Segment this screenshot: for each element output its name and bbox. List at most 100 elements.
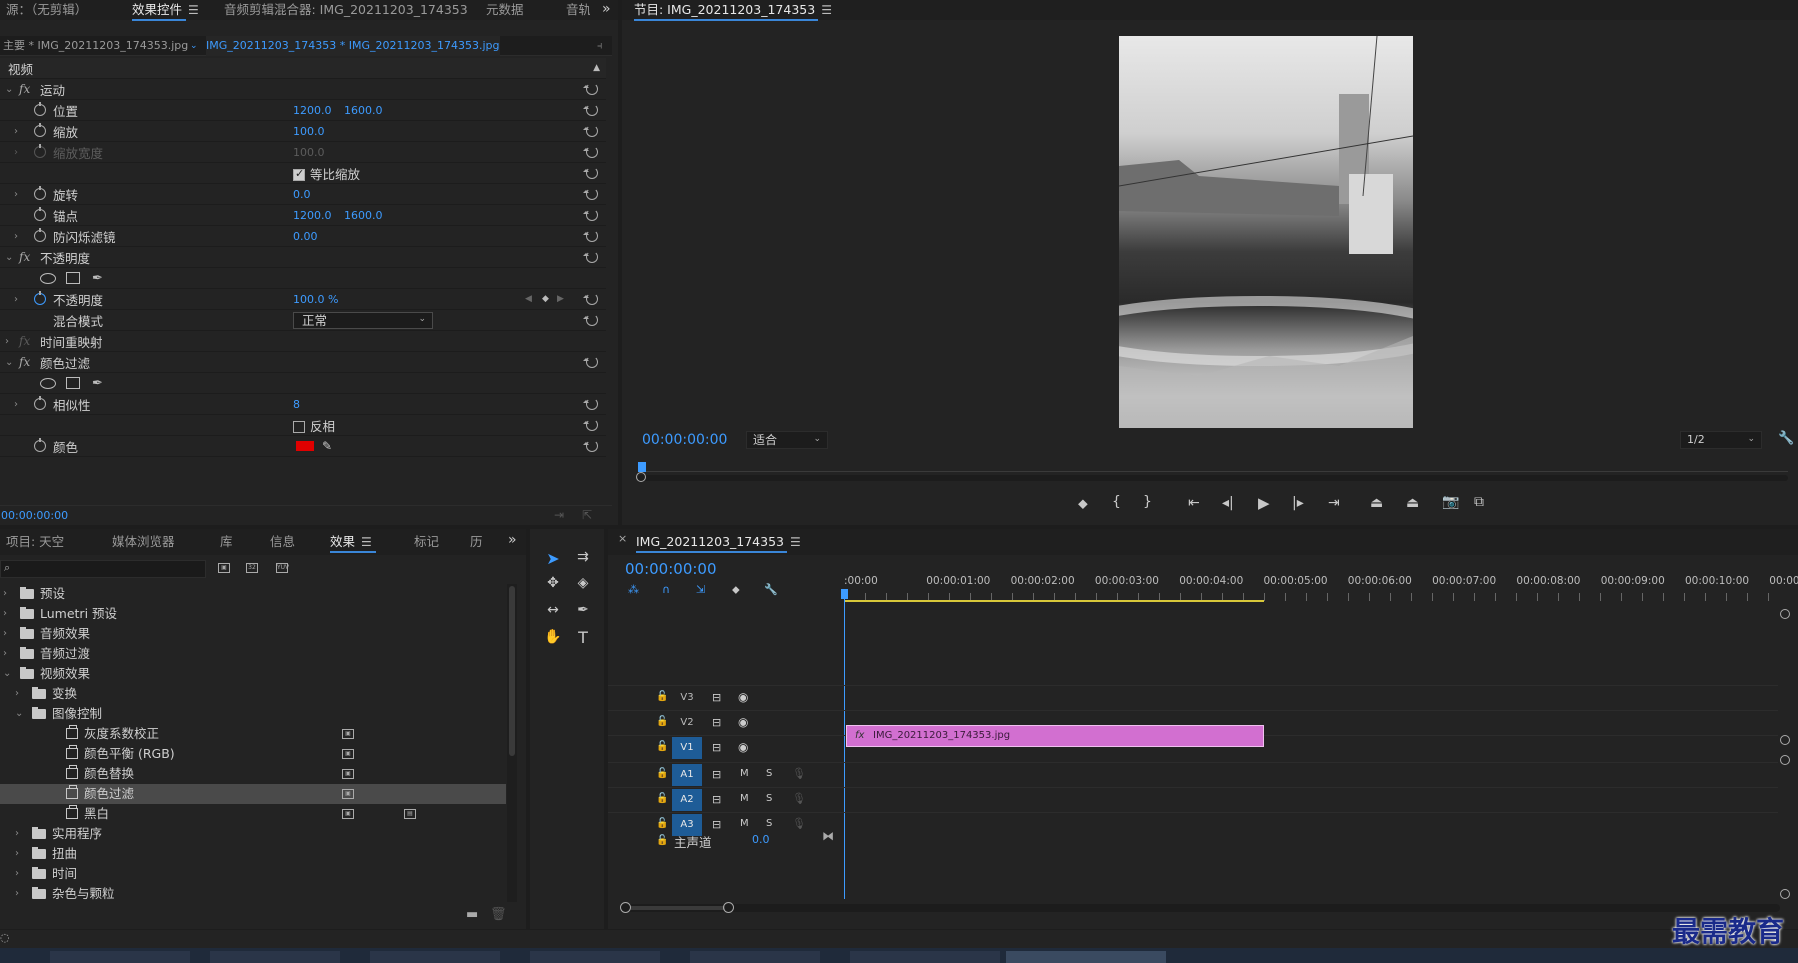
expand-chevron-icon[interactable]: › [5,336,9,347]
fx-icon[interactable]: fx [19,82,30,96]
vertical-scroll-top-handle[interactable] [1780,609,1790,619]
chevron-right-icon[interactable]: › [3,604,7,624]
tree-effect-item[interactable]: 颜色平衡 (RGB) ▣ [0,744,506,764]
prev-keyframe-icon[interactable]: ◀ [525,294,532,304]
pen-mask-icon[interactable]: ✒ [92,271,103,286]
stopwatch-icon[interactable] [34,291,46,305]
position-y-value[interactable]: 1600.0 [344,104,383,117]
master-track-value[interactable]: 0.0 [752,833,770,846]
tree-folder[interactable]: ⌄ 图像控制 [0,704,506,724]
stopwatch-icon[interactable] [34,228,46,242]
mark-in-icon[interactable]: { [1112,494,1121,510]
step-back-icon[interactable]: ◂| [1222,495,1234,511]
tree-folder[interactable]: › 变换 [0,684,506,704]
stopwatch-icon[interactable] [34,396,46,410]
taskbar-item[interactable] [530,951,660,963]
position-x-value[interactable]: 1200.0 [293,104,332,117]
lock-icon[interactable]: 🔓 [656,818,668,829]
flicker-value[interactable]: 0.00 [293,230,318,243]
tab-audio-track[interactable]: 音轨 [554,0,590,21]
track-label-v3[interactable]: V3 [672,687,702,709]
clip-label[interactable]: IMG_20211203_174353 * IMG_20211203_17435… [206,36,500,56]
taskbar-item-active[interactable] [1006,951,1166,963]
tab-source[interactable]: 源：（无剪辑） [0,0,120,21]
track-label-a1[interactable]: A1 [672,764,702,786]
reset-icon[interactable] [583,230,598,242]
eye-icon[interactable]: ◉ [738,740,748,754]
expand-chevron-icon[interactable]: › [14,126,18,137]
reset-icon[interactable] [583,104,598,116]
rectangle-mask-icon[interactable] [66,377,80,389]
reset-icon[interactable] [583,251,598,263]
lock-icon[interactable]: 🔓 [656,768,668,779]
extract-icon[interactable]: ⏏ [1406,495,1419,511]
tab-project[interactable]: 项目: 天空 [0,531,100,553]
color-pass-row[interactable]: ⌄ fx 颜色过滤 [0,352,606,373]
stopwatch-icon[interactable] [34,207,46,221]
program-timecode[interactable]: 00:00:00:00 [642,432,727,448]
lock-icon[interactable]: 🔓 [656,716,668,727]
pen-tool-icon[interactable]: ✒ [572,602,594,618]
fit-select[interactable]: 适合 ⌄ [746,431,828,449]
chevron-right-icon[interactable]: › [15,844,19,864]
compare-icon[interactable]: ⧉ [1474,494,1484,510]
lock-icon[interactable]: 🔓 [656,835,668,846]
vertical-scroll-bottom-handle[interactable] [1780,889,1790,899]
play-only-audio-icon[interactable]: ⇥ [554,508,564,522]
microphone-icon[interactable]: 🎙 [792,767,806,780]
solo-button[interactable]: S [766,818,772,829]
tab-libraries[interactable]: 库 [208,531,258,553]
program-ruler[interactable] [638,458,1788,472]
export-frame-icon[interactable]: 📷 [1442,494,1459,510]
tree-folder[interactable]: › 预设 [0,584,506,604]
sync-lock-icon[interactable]: ⊟ [712,716,721,729]
effects-search-input[interactable]: ⌕ [0,560,206,578]
rotation-value[interactable]: 0.0 [293,188,311,201]
track-label-a2[interactable]: A2 [672,789,702,811]
stopwatch-icon[interactable] [34,186,46,200]
scroll-thumb[interactable] [631,906,725,910]
export-icon[interactable]: ⇱ [582,508,592,522]
hand-tool-icon[interactable]: ✋ [542,629,564,645]
reset-icon[interactable] [583,209,598,221]
chevron-down-icon[interactable]: ⌄ [3,664,11,684]
menu-icon[interactable]: ☰ [821,3,832,17]
next-keyframe-icon[interactable]: ▶ [557,294,564,304]
tab-effect-controls[interactable]: 效果控件 ☰ [120,0,212,21]
tab-effects[interactable]: 效果 ☰ [318,531,402,553]
chevron-down-icon[interactable]: ⌄ [15,704,23,724]
delete-icon[interactable]: 🗑 [490,907,507,922]
lock-icon[interactable]: 🔓 [656,691,668,702]
master-clip-label[interactable]: 主要 * IMG_20211203_174353.jpg [3,36,188,56]
solo-button[interactable]: S [766,793,772,804]
tab-history[interactable]: 历 [458,531,484,553]
stopwatch-icon[interactable] [34,102,46,116]
ripple-edit-tool-icon[interactable]: ✥ [542,575,564,591]
reset-icon[interactable] [583,440,598,452]
blend-mode-select[interactable]: 正常 ⌄ [293,311,433,329]
vertical-scroll-bottom-handle[interactable] [1780,735,1790,745]
accelerated-effects-icon[interactable]: ▣ [218,563,230,573]
reset-icon[interactable] [583,83,598,95]
tree-folder[interactable]: › 杂色与颗粒 [0,884,506,904]
ellipse-mask-icon[interactable] [40,377,56,389]
mute-button[interactable]: M [740,818,749,829]
wrench-icon[interactable]: 🔧 [1778,431,1794,446]
reset-icon[interactable] [583,419,598,431]
scroll-handle-left[interactable] [636,472,646,482]
microphone-icon[interactable]: 🎙 [792,792,806,805]
mute-button[interactable]: M [740,793,749,804]
opacity-section-row[interactable]: ⌄ fx 不透明度 [0,247,606,268]
reset-icon[interactable] [583,314,598,326]
pen-mask-icon[interactable]: ✒ [92,376,103,391]
taskbar-item[interactable] [370,951,500,963]
lock-icon[interactable]: 🔓 [656,793,668,804]
eyedropper-icon[interactable]: ✎ [322,439,332,453]
menu-icon[interactable]: ☰ [361,535,372,549]
expand-chevron-icon[interactable]: ⌄ [5,252,13,263]
track-select-tool-icon[interactable]: ⇉ [572,549,594,565]
taskbar-item[interactable] [850,951,1000,963]
zoom-handle-left[interactable] [620,902,631,913]
expand-chevron-icon[interactable]: › [14,231,18,242]
new-bin-icon[interactable]: ▬ [466,907,478,922]
